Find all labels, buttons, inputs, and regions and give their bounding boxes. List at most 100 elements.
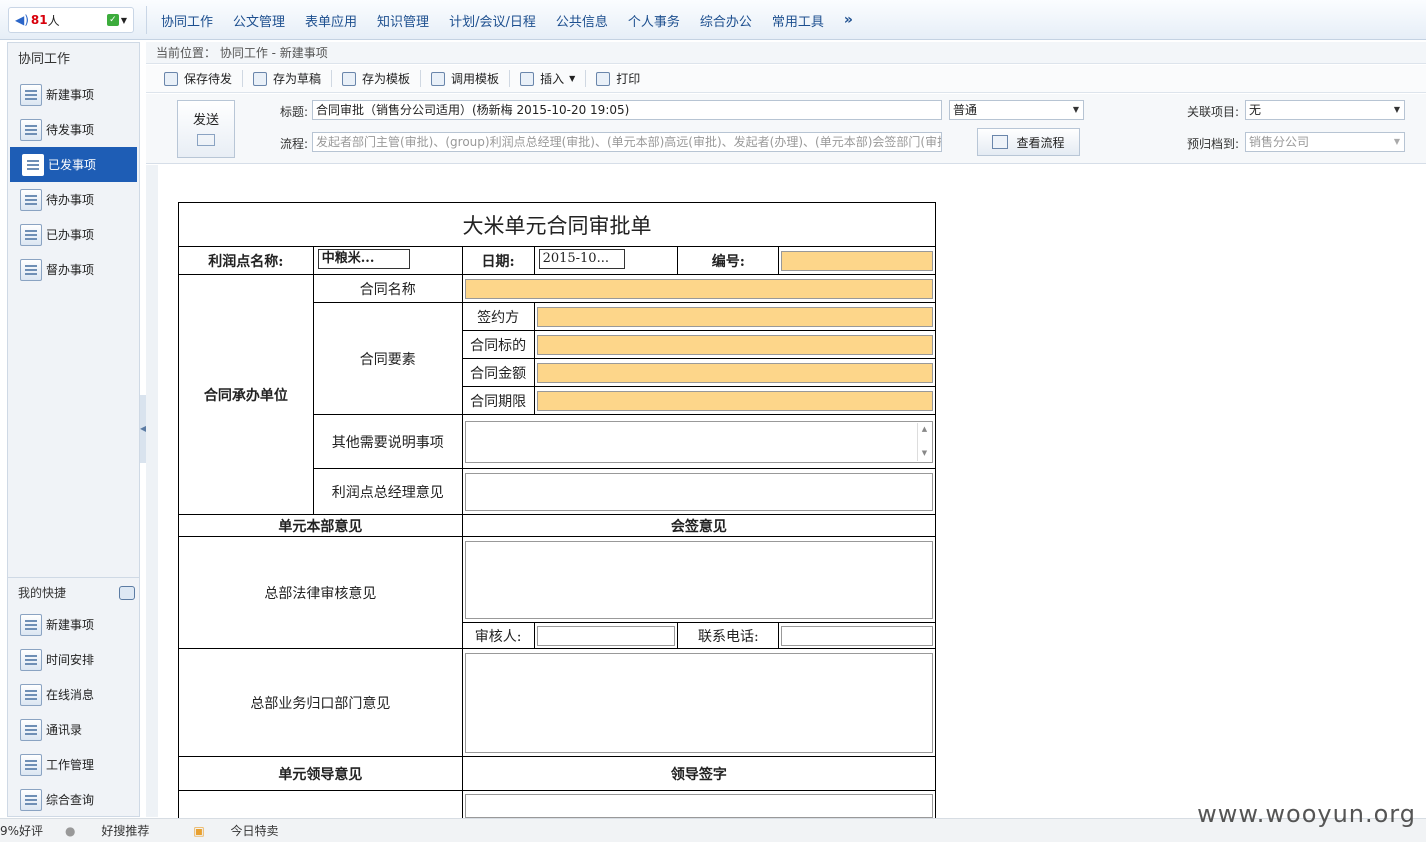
date-input[interactable]: 2015-10... <box>538 248 625 269</box>
nav-item-collab[interactable]: 协同工作 <box>151 11 223 30</box>
nav-more-icon[interactable]: » <box>834 12 863 28</box>
sidebar-item-done[interactable]: 已办事项 <box>8 217 139 252</box>
flow-label: 流程: <box>280 137 309 151</box>
nav-item-office[interactable]: 综合办公 <box>690 11 762 30</box>
sidebar-item-label: 已办事项 <box>46 228 95 242</box>
sent-icon <box>22 153 44 176</box>
load-template-icon <box>431 71 446 86</box>
chevron-down-icon[interactable]: ▼ <box>121 16 127 25</box>
view-flow-label: 查看流程 <box>1016 135 1065 150</box>
priority-select[interactable]: 普通 <box>949 100 1084 120</box>
quick-item-label: 通讯录 <box>46 723 83 737</box>
amount-input[interactable] <box>536 362 933 383</box>
query-icon <box>20 788 42 811</box>
reviewer-input[interactable] <box>536 625 676 646</box>
quick-item-calendar[interactable]: 时间安排 <box>8 642 139 677</box>
leader-sign-label: 领导签字 <box>461 756 937 791</box>
related-select[interactable]: 无 <box>1245 100 1405 120</box>
status-sale[interactable]: ▣ 今日特卖 <box>193 822 300 839</box>
quick-item-label: 新建事项 <box>46 618 95 632</box>
party-input[interactable] <box>536 306 933 327</box>
new-item-icon <box>20 83 42 106</box>
sidebar-item-new[interactable]: 新建事项 <box>8 77 139 112</box>
print-button[interactable]: 打印 <box>586 70 650 87</box>
leader-sign-input[interactable] <box>464 793 933 818</box>
quick-title: 我的快捷 <box>18 586 67 600</box>
gift-icon: ▣ <box>193 824 205 838</box>
profit-input[interactable]: 中粮米... <box>317 248 410 269</box>
related-label: 关联项目: <box>1187 105 1240 119</box>
camera-icon[interactable] <box>119 585 135 600</box>
sidebar-item-label: 已发事项 <box>48 158 97 172</box>
template-icon <box>342 71 357 86</box>
send-button[interactable]: 发送 <box>177 100 235 158</box>
save-draft-button[interactable]: 存为草稿 <box>243 70 333 87</box>
quick-item-new[interactable]: 新建事项 <box>8 607 139 642</box>
quick-item-query[interactable]: 综合查询 <box>8 782 139 817</box>
reviewer-label: 审核人: <box>461 622 535 649</box>
view-flow-button[interactable]: 查看流程 <box>977 128 1080 156</box>
online-suffix: 人 <box>47 13 60 28</box>
amount-label: 合同金额 <box>461 358 535 387</box>
form-header: 发送 标题: 合同审批（销售分公司适用）(杨新梅 2015-10-20 19:0… <box>146 94 1426 164</box>
nav-item-public[interactable]: 公共信息 <box>546 11 618 30</box>
top-bar: ◀) 81 人 ✓ ▼ 协同工作 公文管理 表单应用 知识管理 计划/会议/日程… <box>0 0 1426 40</box>
sidebar-item-todo[interactable]: 待办事项 <box>8 182 139 217</box>
phone-input[interactable] <box>781 625 933 646</box>
button-label: 调用模板 <box>451 72 500 86</box>
load-template-button[interactable]: 调用模板 <box>421 70 511 87</box>
status-rating[interactable]: 9%好评 <box>0 822 43 839</box>
business-opinion-input[interactable] <box>464 652 933 753</box>
sidebar-item-pending-send[interactable]: 待发事项 <box>8 112 139 147</box>
done-icon <box>20 223 42 246</box>
phone-label: 联系电话: <box>677 622 780 649</box>
insert-button[interactable]: 插入 ▼ <box>510 70 587 87</box>
supervise-icon <box>20 258 42 281</box>
leader-opinion-label: 单元领导意见 <box>178 756 463 791</box>
flow-input[interactable]: 发起者部门主管(审批)、(group)利润点总经理(审批)、(单元本部)高远(审… <box>312 132 942 152</box>
message-icon <box>20 683 42 706</box>
number-input[interactable] <box>781 250 933 271</box>
contract-name-input[interactable] <box>464 278 933 299</box>
speaker-icon: ◀) <box>15 13 29 27</box>
term-input[interactable] <box>536 390 933 411</box>
nav-item-forms[interactable]: 表单应用 <box>295 11 367 30</box>
title-input[interactable]: 合同审批（销售分公司适用）(杨新梅 2015-10-20 19:05) <box>312 100 942 120</box>
quick-item-work[interactable]: 工作管理 <box>8 747 139 782</box>
gm-opinion-input[interactable] <box>464 472 933 511</box>
sidebar-item-label: 待发事项 <box>46 123 95 137</box>
status-sale-label: 今日特卖 <box>230 824 279 838</box>
watermark: www.wooyun.org <box>1197 800 1416 828</box>
quick-item-contacts[interactable]: 通讯录 <box>8 712 139 747</box>
todo-icon <box>20 188 42 211</box>
sidebar-item-label: 待办事项 <box>46 193 95 207</box>
online-users-widget[interactable]: ◀) 81 人 ✓ ▼ <box>8 7 134 33</box>
number-label: 编号: <box>677 246 780 275</box>
toolbar: 保存待发 存为草稿 存为模板 调用模板 插入 ▼ 打印 <box>146 65 1426 93</box>
sidebar-item-supervise[interactable]: 督办事项 <box>8 252 139 287</box>
nav-item-tools[interactable]: 常用工具 <box>762 11 834 30</box>
sidebar-item-sent[interactable]: 已发事项 <box>10 147 137 182</box>
other-textarea[interactable]: ▲ ▼ <box>464 420 933 463</box>
nav-item-knowledge[interactable]: 知识管理 <box>367 11 439 30</box>
nav-item-docs[interactable]: 公文管理 <box>223 11 295 30</box>
scrollbar[interactable]: ▲ ▼ <box>917 422 931 461</box>
contract-elements-label: 合同要素 <box>312 302 463 415</box>
button-label: 存为草稿 <box>273 72 322 86</box>
flow-chart-icon <box>992 135 1009 149</box>
gm-opinion-label: 利润点总经理意见 <box>312 468 463 515</box>
quick-item-message[interactable]: 在线消息 <box>8 677 139 712</box>
chevron-down-icon: ▼ <box>569 74 576 83</box>
subject-input[interactable] <box>536 334 933 355</box>
nav-item-plan[interactable]: 计划/会议/日程 <box>439 11 546 30</box>
status-recommend-label: 好搜推荐 <box>101 824 150 838</box>
breadcrumb: 当前位置： 协同工作 - 新建事项 <box>146 42 1426 64</box>
archive-select[interactable]: 销售分公司 <box>1245 132 1405 152</box>
status-check-icon[interactable]: ✓ <box>106 14 119 26</box>
legal-opinion-input[interactable] <box>464 540 933 619</box>
status-recommend[interactable]: ● 好搜推荐 <box>65 822 171 839</box>
main-nav: 协同工作 公文管理 表单应用 知识管理 计划/会议/日程 公共信息 个人事务 综… <box>146 6 863 34</box>
save-template-button[interactable]: 存为模板 <box>332 70 422 87</box>
nav-item-personal[interactable]: 个人事务 <box>618 11 690 30</box>
save-pending-button[interactable]: 保存待发 <box>154 70 244 87</box>
